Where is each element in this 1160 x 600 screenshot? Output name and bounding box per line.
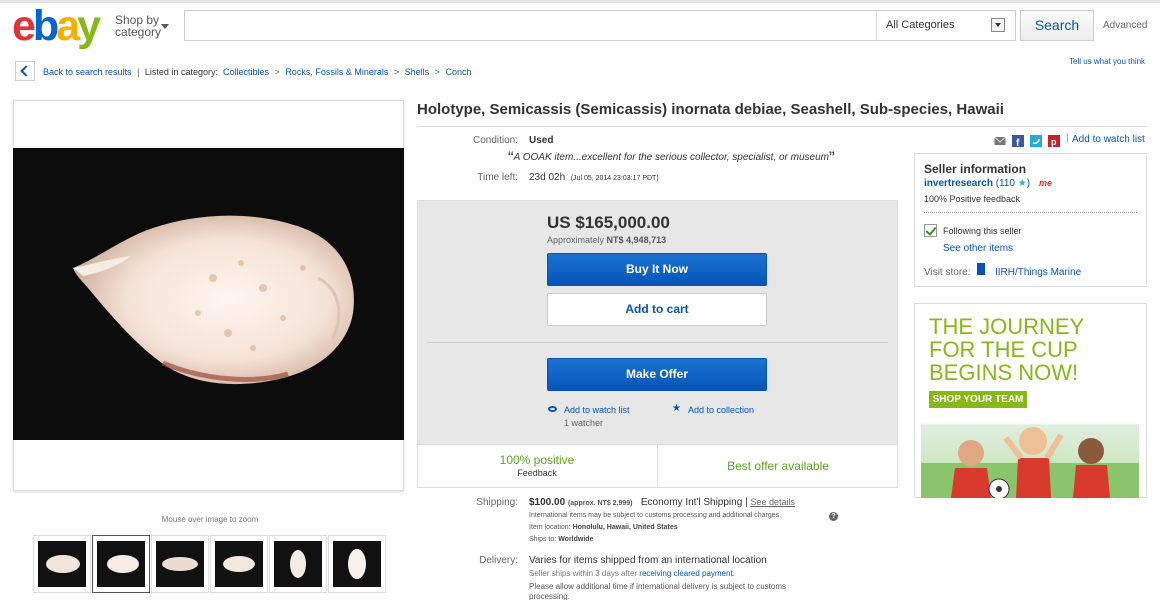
thumbnail[interactable] (151, 535, 209, 593)
breadcrumb: Back to search results | Listed in categ… (43, 67, 471, 77)
svg-text:p: p (1051, 137, 1057, 147)
breadcrumb-divider: | (137, 67, 140, 77)
time-left-label: Time left: (477, 172, 518, 183)
breadcrumb-conch[interactable]: Conch (445, 67, 471, 77)
star-icon: ★ (1017, 178, 1027, 189)
item-location: Item location: Honolulu, Hawaii, United … (529, 524, 678, 531)
search-button[interactable]: Search (1020, 10, 1094, 41)
ships-to: Ships to: Worldwide (529, 536, 594, 543)
feedback-link[interactable]: Tell us what you think (1069, 57, 1145, 66)
seller-positive-feedback: 100% Positive feedback (924, 194, 1021, 204)
search-input[interactable] (186, 12, 872, 39)
breadcrumb-separator: > (434, 67, 440, 77)
thumbnail[interactable] (269, 535, 327, 593)
shop-by-category-button[interactable]: Shop by category (115, 14, 161, 38)
back-arrow-icon[interactable] (15, 61, 35, 81)
listed-in-label: Listed in category: (144, 67, 218, 77)
store-link[interactable]: IIRH/Things Marine (995, 267, 1081, 278)
best-offer-label: Best offer available (727, 459, 829, 473)
feedback-score[interactable]: (110 ★) (996, 178, 1030, 189)
condition-label: Condition: (472, 135, 518, 146)
shipping-label: Shipping: (476, 497, 518, 508)
thumbnail-selected[interactable] (92, 535, 150, 593)
visit-store-label: Visit store: (924, 267, 971, 278)
price: US $165,000.00 (547, 213, 670, 232)
seller-info-title: Seller information (924, 162, 1027, 176)
customs-note-cont: processing. (529, 592, 570, 600)
zoom-hint: Mouse over image to zoom (161, 515, 259, 524)
positive-feedback: 100% positive (499, 453, 575, 467)
breadcrumb-shells[interactable]: Shells (405, 67, 430, 77)
see-details-link[interactable]: See details (750, 497, 795, 507)
customs-note: Please allow additional time if internat… (529, 582, 787, 591)
condition-quote: “A OOAK item...excellent for the serious… (508, 148, 835, 167)
watcher-count: 1 watcher (564, 418, 604, 428)
share-divider: | (1066, 133, 1069, 144)
add-to-cart-button[interactable]: Add to cart (547, 293, 767, 326)
ad-headline-2: FOR THE CUP (929, 337, 1078, 362)
breadcrumb-rocks-fossils-minerals[interactable]: Rocks, Fossils & Minerals (285, 67, 388, 77)
add-to-watch-list-button[interactable]: Add to watch list (564, 405, 630, 415)
follow-checkbox[interactable] (924, 224, 937, 237)
add-to-collection-button[interactable]: Add to collection (688, 405, 754, 415)
breadcrumb-separator: > (274, 67, 280, 77)
store-icon (977, 263, 985, 275)
facebook-icon[interactable]: f (1012, 135, 1024, 147)
pinterest-icon[interactable]: p (1048, 135, 1060, 147)
following-label: Following this seller (943, 226, 1022, 236)
breadcrumb-separator: > (393, 67, 400, 77)
delivery-value: Varies for items shipped from an interna… (529, 555, 767, 566)
eye-icon (548, 406, 557, 412)
ad-headline-1: THE JOURNEY (929, 314, 1085, 339)
shipping-cost: $100.00 (approx. NT$ 2,999) Economy Int'… (529, 497, 795, 508)
help-icon[interactable]: ? (829, 512, 838, 521)
ebay-logo[interactable]: ebay (12, 4, 101, 48)
advanced-search-link[interactable]: Advanced (1103, 20, 1147, 31)
intl-note: International items may be subject to cu… (529, 512, 782, 519)
shell-illustration (73, 215, 354, 385)
ad-headline-3: BEGINS NOW! (929, 360, 1079, 385)
see-other-items-link[interactable]: See other items (943, 243, 1013, 254)
make-offer-button[interactable]: Make Offer (547, 358, 767, 391)
buy-it-now-button[interactable]: Buy It Now (547, 253, 767, 286)
thumbnail[interactable] (210, 535, 268, 593)
approx-price: Approximately NT$ 4,948,713 (547, 235, 667, 245)
delivery-label: Delivery: (479, 555, 518, 566)
email-icon[interactable] (994, 135, 1006, 147)
dropdown-arrow-icon[interactable] (991, 18, 1005, 32)
seller-ships-note: Seller ships within 3 days after receivi… (529, 569, 735, 578)
thumbnail[interactable] (33, 535, 91, 593)
shop-by-line2: category (115, 25, 162, 39)
title-divider (417, 126, 1148, 127)
chevron-down-icon[interactable] (161, 24, 169, 29)
seller-divider (924, 212, 1137, 213)
thumbnail-strip (33, 535, 386, 593)
add-to-watch-list-link[interactable]: Add to watch list (1072, 134, 1145, 145)
condition-value: Used (529, 135, 554, 146)
star-icon: ★ (672, 403, 681, 414)
main-shell-image[interactable] (13, 148, 404, 440)
cleared-payment-link[interactable]: receiving cleared payment. (639, 569, 735, 578)
seller-name-link[interactable]: invertresearch (924, 178, 993, 189)
top-border (0, 0, 1160, 3)
ad-kids-image (921, 427, 1139, 498)
me-badge-icon[interactable]: me (1039, 178, 1052, 188)
feedback-label: Feedback (517, 468, 557, 478)
seller-name-line: invertresearch (110 ★) (924, 178, 1030, 189)
time-left-value: 23d 02h (Jul 05, 2014 23:03:17 PDT) (529, 172, 659, 183)
breadcrumb-collectibles[interactable]: Collectibles (223, 67, 269, 77)
thumbnail[interactable] (328, 535, 386, 593)
back-to-results-link[interactable]: Back to search results (43, 67, 132, 77)
shop-your-team-button[interactable]: SHOP YOUR TEAM (929, 391, 1027, 408)
buy-box-divider (427, 342, 888, 343)
twitter-icon[interactable] (1030, 135, 1042, 147)
item-title: Holotype, Semicassis (Semicassis) inorna… (417, 101, 1004, 118)
